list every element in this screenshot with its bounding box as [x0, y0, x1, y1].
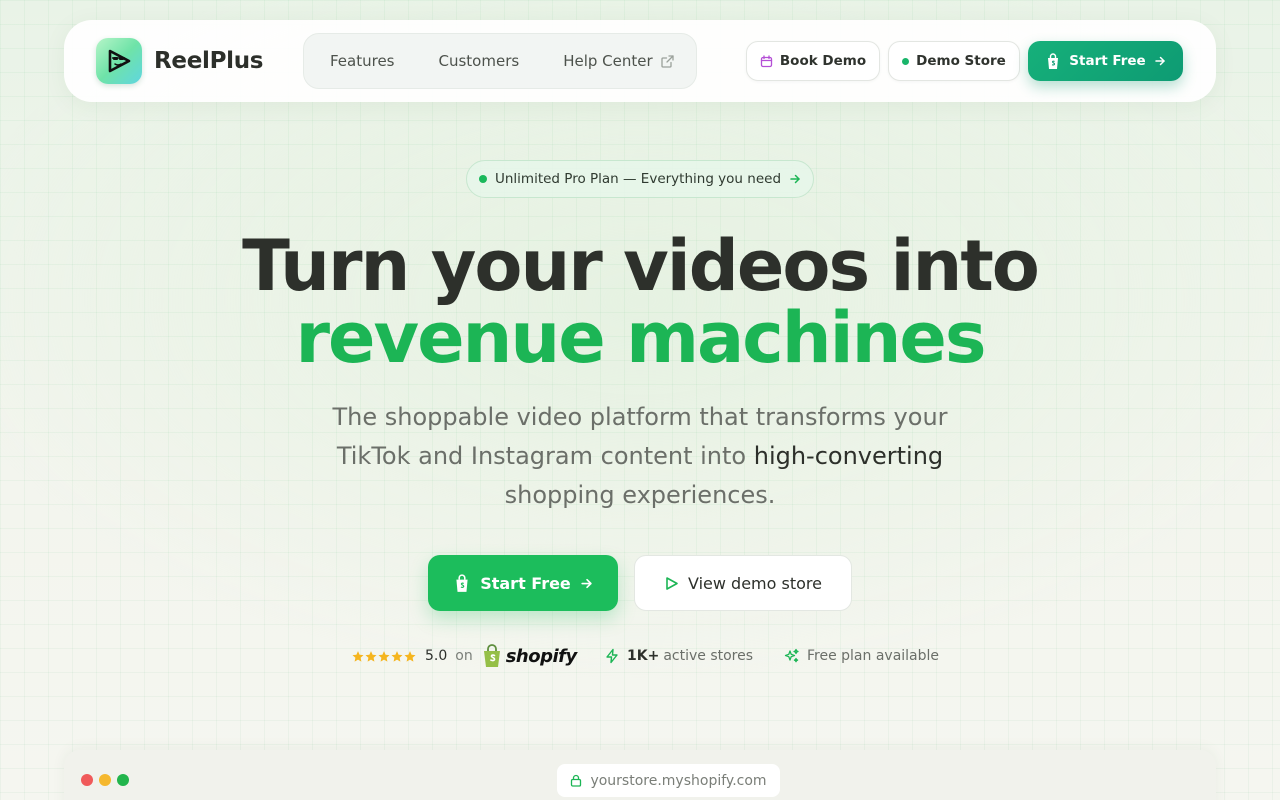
shopify-bag-icon: [453, 573, 471, 593]
five-star-rating-icon: [352, 650, 417, 663]
view-demo-store-label: View demo store: [688, 573, 822, 593]
badge-text: Unlimited Pro Plan — Everything you need: [494, 171, 782, 187]
address-bar: yourstore.myshopify.com: [557, 764, 780, 797]
nav-link-label: Features: [330, 52, 395, 70]
reelplus-logo-icon: [96, 38, 142, 84]
live-dot-icon: [902, 57, 910, 65]
start-free-nav-label: Start Free: [1069, 53, 1146, 69]
arrow-right-icon: [789, 173, 801, 185]
nav-link-label: Customers: [438, 52, 520, 70]
top-navbar: ReelPlus Features Customers Help Center …: [64, 20, 1216, 102]
book-demo-button[interactable]: Book Demo: [746, 41, 880, 81]
main-nav: Features Customers Help Center: [303, 33, 697, 89]
sparkles-icon: [784, 648, 800, 664]
rating-on-label: on: [455, 648, 473, 664]
lightning-icon: [604, 648, 620, 664]
free-plan-label: Free plan available: [807, 648, 940, 664]
external-link-icon: [660, 54, 674, 68]
calendar-icon: [760, 54, 773, 68]
brand-name: ReelPlus: [154, 48, 264, 74]
nav-link-features[interactable]: Features: [330, 52, 395, 70]
window-maximize-dot-icon: [117, 774, 129, 786]
shopify-bag-icon: [1045, 52, 1061, 70]
hero-subtitle-highlight: high-converting: [753, 442, 944, 470]
play-icon: [664, 576, 679, 591]
preview-url: yourstore.myshopify.com: [590, 772, 767, 789]
lock-icon: [570, 774, 582, 787]
hero-title-line-1: Turn your videos into: [242, 225, 1040, 307]
start-free-hero-button[interactable]: Start Free: [428, 555, 618, 611]
browser-preview-window: yourstore.myshopify.com: [64, 750, 1216, 800]
free-plan-note: Free plan available: [784, 643, 939, 669]
nav-link-customers[interactable]: Customers: [439, 52, 520, 70]
book-demo-label: Book Demo: [779, 53, 867, 69]
shopify-rating: 5.0 on shopify: [352, 643, 577, 669]
pro-plan-badge[interactable]: Unlimited Pro Plan — Everything you need: [466, 160, 814, 198]
hero-subtitle: The shoppable video platform that transf…: [300, 398, 980, 515]
start-free-hero-label: Start Free: [480, 573, 571, 593]
nav-link-label: Help Center: [563, 52, 653, 70]
view-demo-store-button[interactable]: View demo store: [634, 555, 852, 611]
brand-home-link[interactable]: ReelPlus: [96, 38, 264, 84]
nav-link-help-center[interactable]: Help Center: [563, 52, 674, 70]
arrow-right-icon: [1154, 55, 1166, 67]
demo-store-button[interactable]: Demo Store: [888, 41, 1020, 81]
active-stores-stat: 1K+ active stores: [604, 643, 753, 669]
start-free-nav-button[interactable]: Start Free: [1028, 41, 1183, 81]
shopify-wordmark: shopify: [505, 645, 578, 667]
window-minimize-dot-icon: [99, 774, 111, 786]
stores-count: 1K+: [627, 648, 660, 664]
arrow-right-icon: [580, 577, 593, 590]
hero-subtitle-part: shopping experiences.: [504, 481, 776, 509]
stores-label: active stores: [663, 648, 754, 664]
hero-title-line-2: revenue machines: [295, 297, 986, 379]
demo-store-label: Demo Store: [916, 53, 1006, 69]
window-close-dot-icon: [81, 774, 93, 786]
shopify-logo: shopify: [481, 644, 577, 668]
badge-dot-icon: [478, 175, 487, 183]
rating-value: 5.0: [425, 648, 448, 664]
